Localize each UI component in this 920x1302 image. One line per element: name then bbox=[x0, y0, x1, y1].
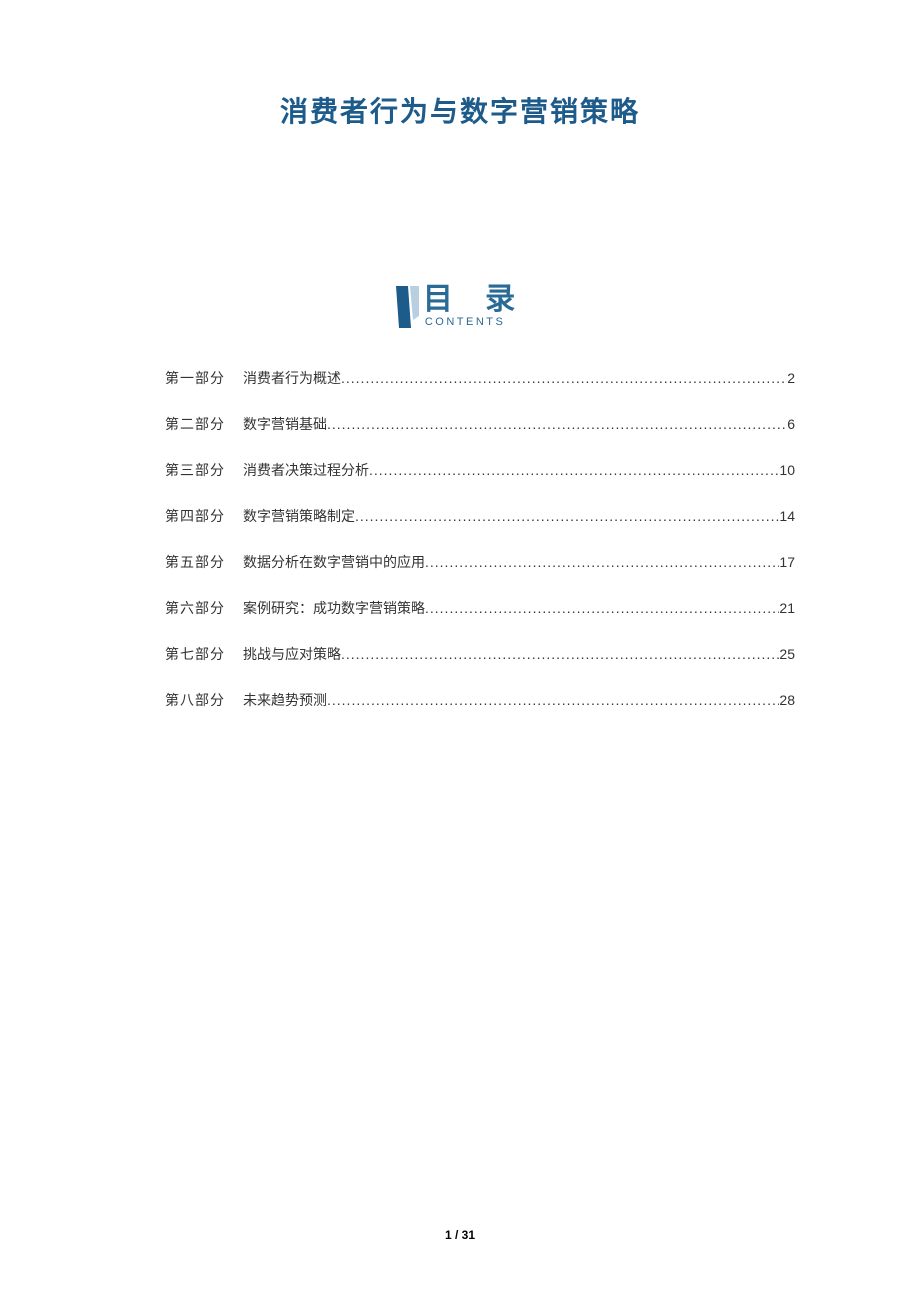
toc-item: 第二部分 数字营销基础 ............................… bbox=[165, 414, 795, 434]
toc-leader-dots: ........................................… bbox=[355, 508, 779, 524]
toc-item: 第五部分 数据分析在数字营销中的应用 .....................… bbox=[165, 552, 795, 572]
toc-page-number: 2 bbox=[787, 370, 795, 386]
toc-part-label: 第三部分 bbox=[165, 460, 225, 480]
toc-entry-title: 数字营销基础 bbox=[243, 414, 327, 434]
current-page: 1 bbox=[445, 1228, 452, 1242]
toc-entry-title: 消费者决策过程分析 bbox=[243, 460, 369, 480]
toc-entry-title: 案例研究：成功数字营销策略 bbox=[243, 598, 425, 618]
toc-entry-title: 数据分析在数字营销中的应用 bbox=[243, 552, 425, 572]
toc-page-number: 25 bbox=[779, 646, 795, 662]
total-pages: 31 bbox=[462, 1228, 475, 1242]
toc-page-number: 10 bbox=[779, 462, 795, 478]
toc-leader-dots: ........................................… bbox=[341, 646, 779, 662]
toc-item: 第六部分 案例研究：成功数字营销策略 .....................… bbox=[165, 598, 795, 618]
toc-leader-dots: ........................................… bbox=[327, 692, 779, 708]
toc-page-number: 17 bbox=[779, 554, 795, 570]
page-separator: / bbox=[452, 1228, 462, 1242]
toc-part-label: 第六部分 bbox=[165, 598, 225, 618]
toc-icon bbox=[393, 286, 421, 328]
toc-part-label: 第二部分 bbox=[165, 414, 225, 434]
toc-page-number: 14 bbox=[779, 508, 795, 524]
toc-label-cn: 目 录 bbox=[423, 285, 527, 315]
toc-leader-dots: ........................................… bbox=[425, 554, 779, 570]
toc-header: 目 录 CONTENTS bbox=[115, 285, 805, 328]
toc-part-label: 第五部分 bbox=[165, 552, 225, 572]
document-title: 消费者行为与数字营销策略 bbox=[115, 90, 805, 130]
toc-part-label: 第四部分 bbox=[165, 506, 225, 526]
toc-part-label: 第八部分 bbox=[165, 690, 225, 710]
toc-entry-title: 挑战与应对策略 bbox=[243, 644, 341, 664]
toc-page-number: 21 bbox=[779, 600, 795, 616]
document-page: 消费者行为与数字营销策略 目 录 CONTENTS 第一部分 消费者行为概述 .… bbox=[0, 0, 920, 1302]
toc-label: 目 录 CONTENTS bbox=[423, 285, 527, 328]
toc-leader-dots: ........................................… bbox=[327, 416, 787, 432]
toc-page-number: 28 bbox=[779, 692, 795, 708]
toc-entry-title: 未来趋势预测 bbox=[243, 690, 327, 710]
toc-item: 第七部分 挑战与应对策略 ...........................… bbox=[165, 644, 795, 664]
toc-entry-title: 数字营销策略制定 bbox=[243, 506, 355, 526]
toc-leader-dots: ........................................… bbox=[369, 462, 779, 478]
toc-item: 第三部分 消费者决策过程分析 .........................… bbox=[165, 460, 795, 480]
toc-item: 第四部分 数字营销策略制定 ..........................… bbox=[165, 506, 795, 526]
toc-label-en: CONTENTS bbox=[425, 317, 506, 328]
toc-list: 第一部分 消费者行为概述 ...........................… bbox=[165, 368, 795, 710]
toc-part-label: 第一部分 bbox=[165, 368, 225, 388]
toc-item: 第八部分 未来趋势预测 ............................… bbox=[165, 690, 795, 710]
toc-page-number: 6 bbox=[787, 416, 795, 432]
page-footer: 1 / 31 bbox=[0, 1228, 920, 1242]
toc-entry-title: 消费者行为概述 bbox=[243, 368, 341, 388]
toc-leader-dots: ........................................… bbox=[425, 600, 779, 616]
toc-leader-dots: ........................................… bbox=[341, 370, 787, 386]
toc-item: 第一部分 消费者行为概述 ...........................… bbox=[165, 368, 795, 388]
toc-part-label: 第七部分 bbox=[165, 644, 225, 664]
